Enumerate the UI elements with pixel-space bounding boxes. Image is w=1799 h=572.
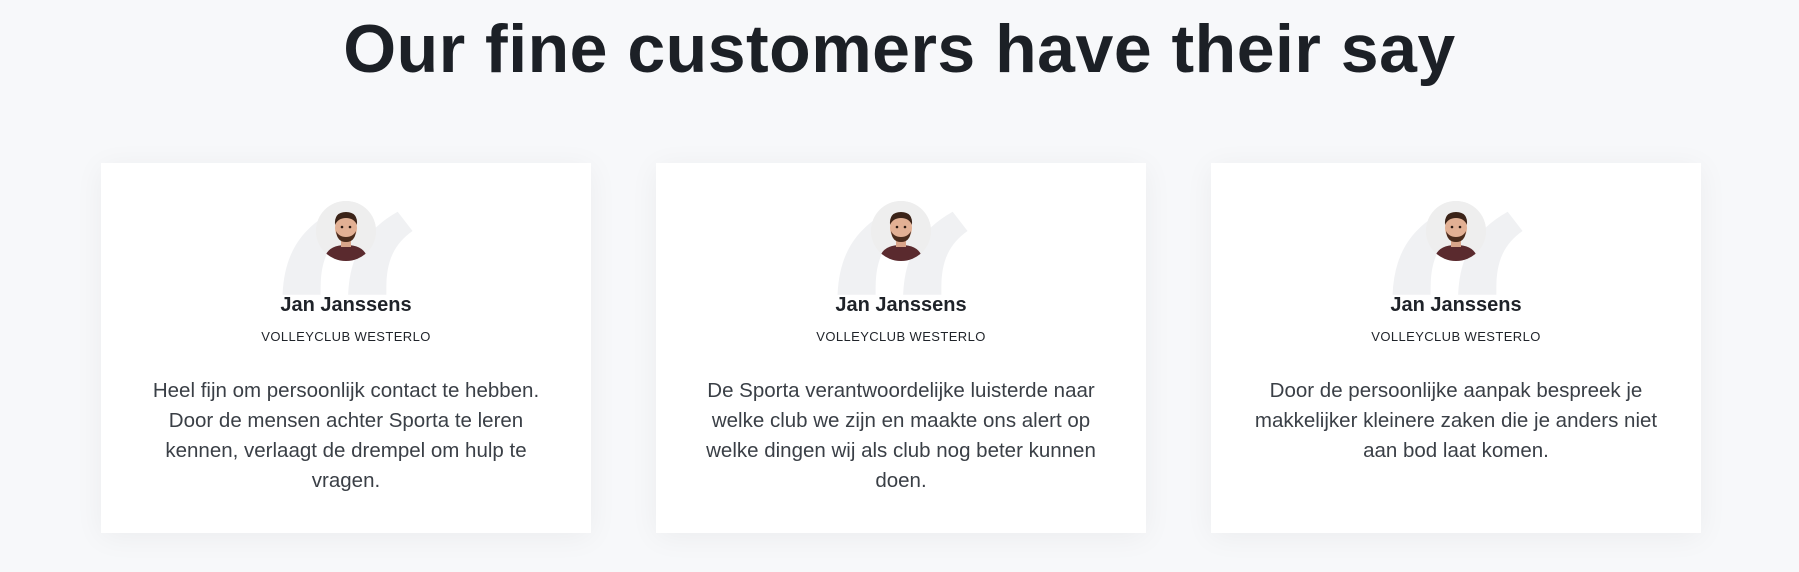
section-title: Our fine customers have their say (343, 11, 1456, 87)
testimonial-name: Jan Janssens (280, 294, 412, 316)
testimonial-club: VOLLEYCLUB WESTERLO (261, 329, 431, 344)
avatar (871, 201, 931, 261)
testimonial-name: Jan Janssens (1390, 294, 1522, 316)
avatar (316, 201, 376, 261)
testimonial-quote: Door de persoonlijke aanpak bespreek je … (1254, 379, 1658, 462)
avatar (1426, 201, 1486, 261)
person-avatar-photo (871, 201, 931, 261)
testimonial-quote: Heel fijn om persoonlijk contact te hebb… (152, 379, 540, 492)
testimonial-club: VOLLEYCLUB WESTERLO (1371, 329, 1541, 344)
testimonial-quote: De Sporta verantwoordelijke luisterde na… (706, 379, 1096, 492)
person-avatar-photo (1426, 201, 1486, 261)
testimonial-name: Jan Janssens (835, 294, 967, 316)
testimonials-list: “ Jan Janssens VOLLEYCLUB WESTERLO Heel … (0, 163, 1799, 533)
testimonial-club: VOLLEYCLUB WESTERLO (816, 329, 986, 344)
person-avatar-photo (316, 201, 376, 261)
testimonial-card: “ Jan Janssens VOLLEYCLUB WESTERLO Heel … (101, 163, 591, 533)
testimonial-card: “ Jan Janssens VOLLEYCLUB WESTERLO De Sp… (656, 163, 1146, 533)
testimonial-card: “ Jan Janssens VOLLEYCLUB WESTERLO Door … (1211, 163, 1701, 533)
